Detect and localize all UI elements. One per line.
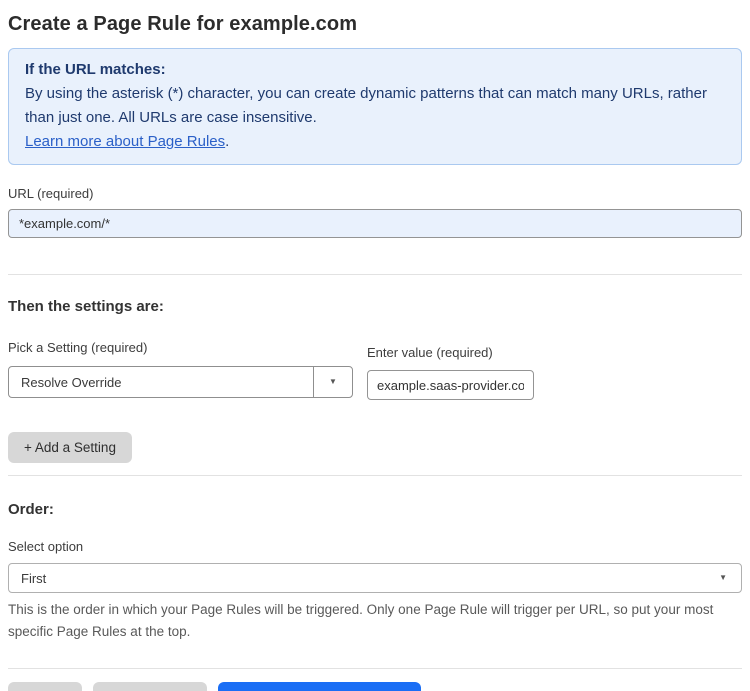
page-title: Create a Page Rule for example.com (8, 13, 358, 35)
order-select-value: First (21, 570, 47, 586)
setting-select-label: Pick a Setting (required) (8, 340, 148, 355)
chevron-down-icon: ▼ (719, 573, 727, 582)
info-banner-body: By using the asterisk (*) character, you… (25, 85, 707, 126)
url-input[interactable] (8, 209, 742, 238)
order-section-heading: Order: (8, 501, 54, 518)
setting-select[interactable]: Resolve Override ▼ (8, 366, 353, 398)
page-rule-form: Create a Page Rule for example.com If th… (0, 0, 750, 691)
link-suffix: . (225, 133, 230, 150)
add-setting-button[interactable]: + Add a Setting (8, 432, 132, 463)
setting-select-value: Resolve Override (21, 374, 122, 390)
order-select[interactable]: First ▼ (8, 563, 742, 593)
divider (8, 475, 742, 476)
divider (8, 274, 742, 275)
setting-value-group: Enter value (required) (367, 344, 534, 400)
setting-select-group: Pick a Setting (required) Resolve Overri… (8, 339, 353, 398)
order-select-label: Select option (8, 539, 84, 554)
setting-value-input[interactable] (367, 370, 534, 400)
save-as-draft-button[interactable]: Save as Draft (93, 682, 207, 691)
order-help-text: This is the order in which your Page Rul… (8, 602, 714, 639)
url-match-info-banner: If the URL matches: By using the asteris… (8, 48, 742, 165)
settings-section-heading: Then the settings are: (8, 298, 164, 315)
save-and-deploy-button[interactable]: Save and Deploy Page Rule (217, 682, 422, 691)
setting-select-caret-cell[interactable]: ▼ (313, 367, 352, 397)
info-banner-heading: If the URL matches: (25, 61, 166, 78)
url-label: URL (required) (8, 186, 94, 201)
chevron-down-icon: ▼ (329, 377, 337, 386)
setting-value-label: Enter value (required) (367, 345, 493, 360)
cancel-button[interactable]: Cancel (8, 682, 83, 691)
divider (8, 668, 742, 669)
footer-actions: Cancel Save as Draft Save and Deploy Pag… (8, 682, 742, 691)
settings-row: Pick a Setting (required) Resolve Overri… (8, 339, 742, 400)
learn-more-link[interactable]: Learn more about Page Rules (25, 133, 225, 150)
